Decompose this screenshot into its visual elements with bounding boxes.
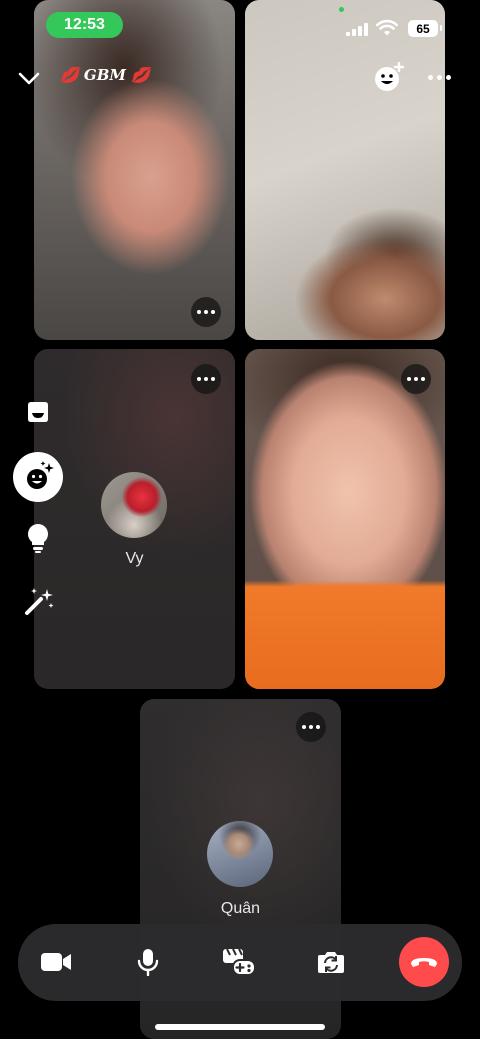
tile-more-button[interactable]: [191, 297, 221, 327]
participant-name: Quân: [220, 900, 261, 917]
group-name: 💋 GBM 💋: [60, 66, 150, 84]
magic-wand-icon[interactable]: [24, 586, 56, 616]
flip-camera-button[interactable]: [308, 939, 354, 985]
flip-camera-icon: [318, 952, 344, 973]
more-options-icon[interactable]: [428, 70, 454, 84]
effects-icon: [27, 461, 54, 489]
avatar: [101, 472, 167, 538]
microphone-icon: [137, 949, 159, 976]
video-camera-button[interactable]: [33, 939, 79, 985]
wifi-icon: [376, 19, 398, 36]
chat-bubble-icon[interactable]: [25, 400, 51, 426]
chevron-down-icon[interactable]: [17, 66, 41, 90]
tile-more-button[interactable]: [401, 364, 431, 394]
tile-more-button[interactable]: [191, 364, 221, 394]
home-indicator[interactable]: [155, 1024, 325, 1030]
add-reaction-icon[interactable]: [372, 62, 404, 94]
end-call-button[interactable]: [399, 937, 449, 987]
participant-name: Vy: [125, 550, 144, 567]
participant-tile-2[interactable]: [245, 0, 445, 340]
tile-more-button[interactable]: [296, 712, 326, 742]
games-icon: [223, 948, 256, 976]
participant-tile-vy[interactable]: Vy: [34, 349, 235, 689]
participant-tile-1[interactable]: [34, 0, 235, 340]
video-camera-icon: [41, 953, 71, 971]
status-time: 12:53: [46, 12, 123, 38]
cellular-signal-icon: [346, 22, 370, 36]
avatar: [207, 821, 273, 887]
participant-tile-4[interactable]: [245, 349, 445, 689]
battery-indicator: 65: [408, 20, 442, 37]
microphone-button[interactable]: [125, 939, 171, 985]
lightbulb-icon[interactable]: [26, 523, 50, 553]
games-button[interactable]: [216, 939, 262, 985]
camera-in-use-indicator: [339, 7, 344, 12]
effects-button[interactable]: [13, 452, 63, 502]
end-call-icon: [411, 958, 437, 967]
